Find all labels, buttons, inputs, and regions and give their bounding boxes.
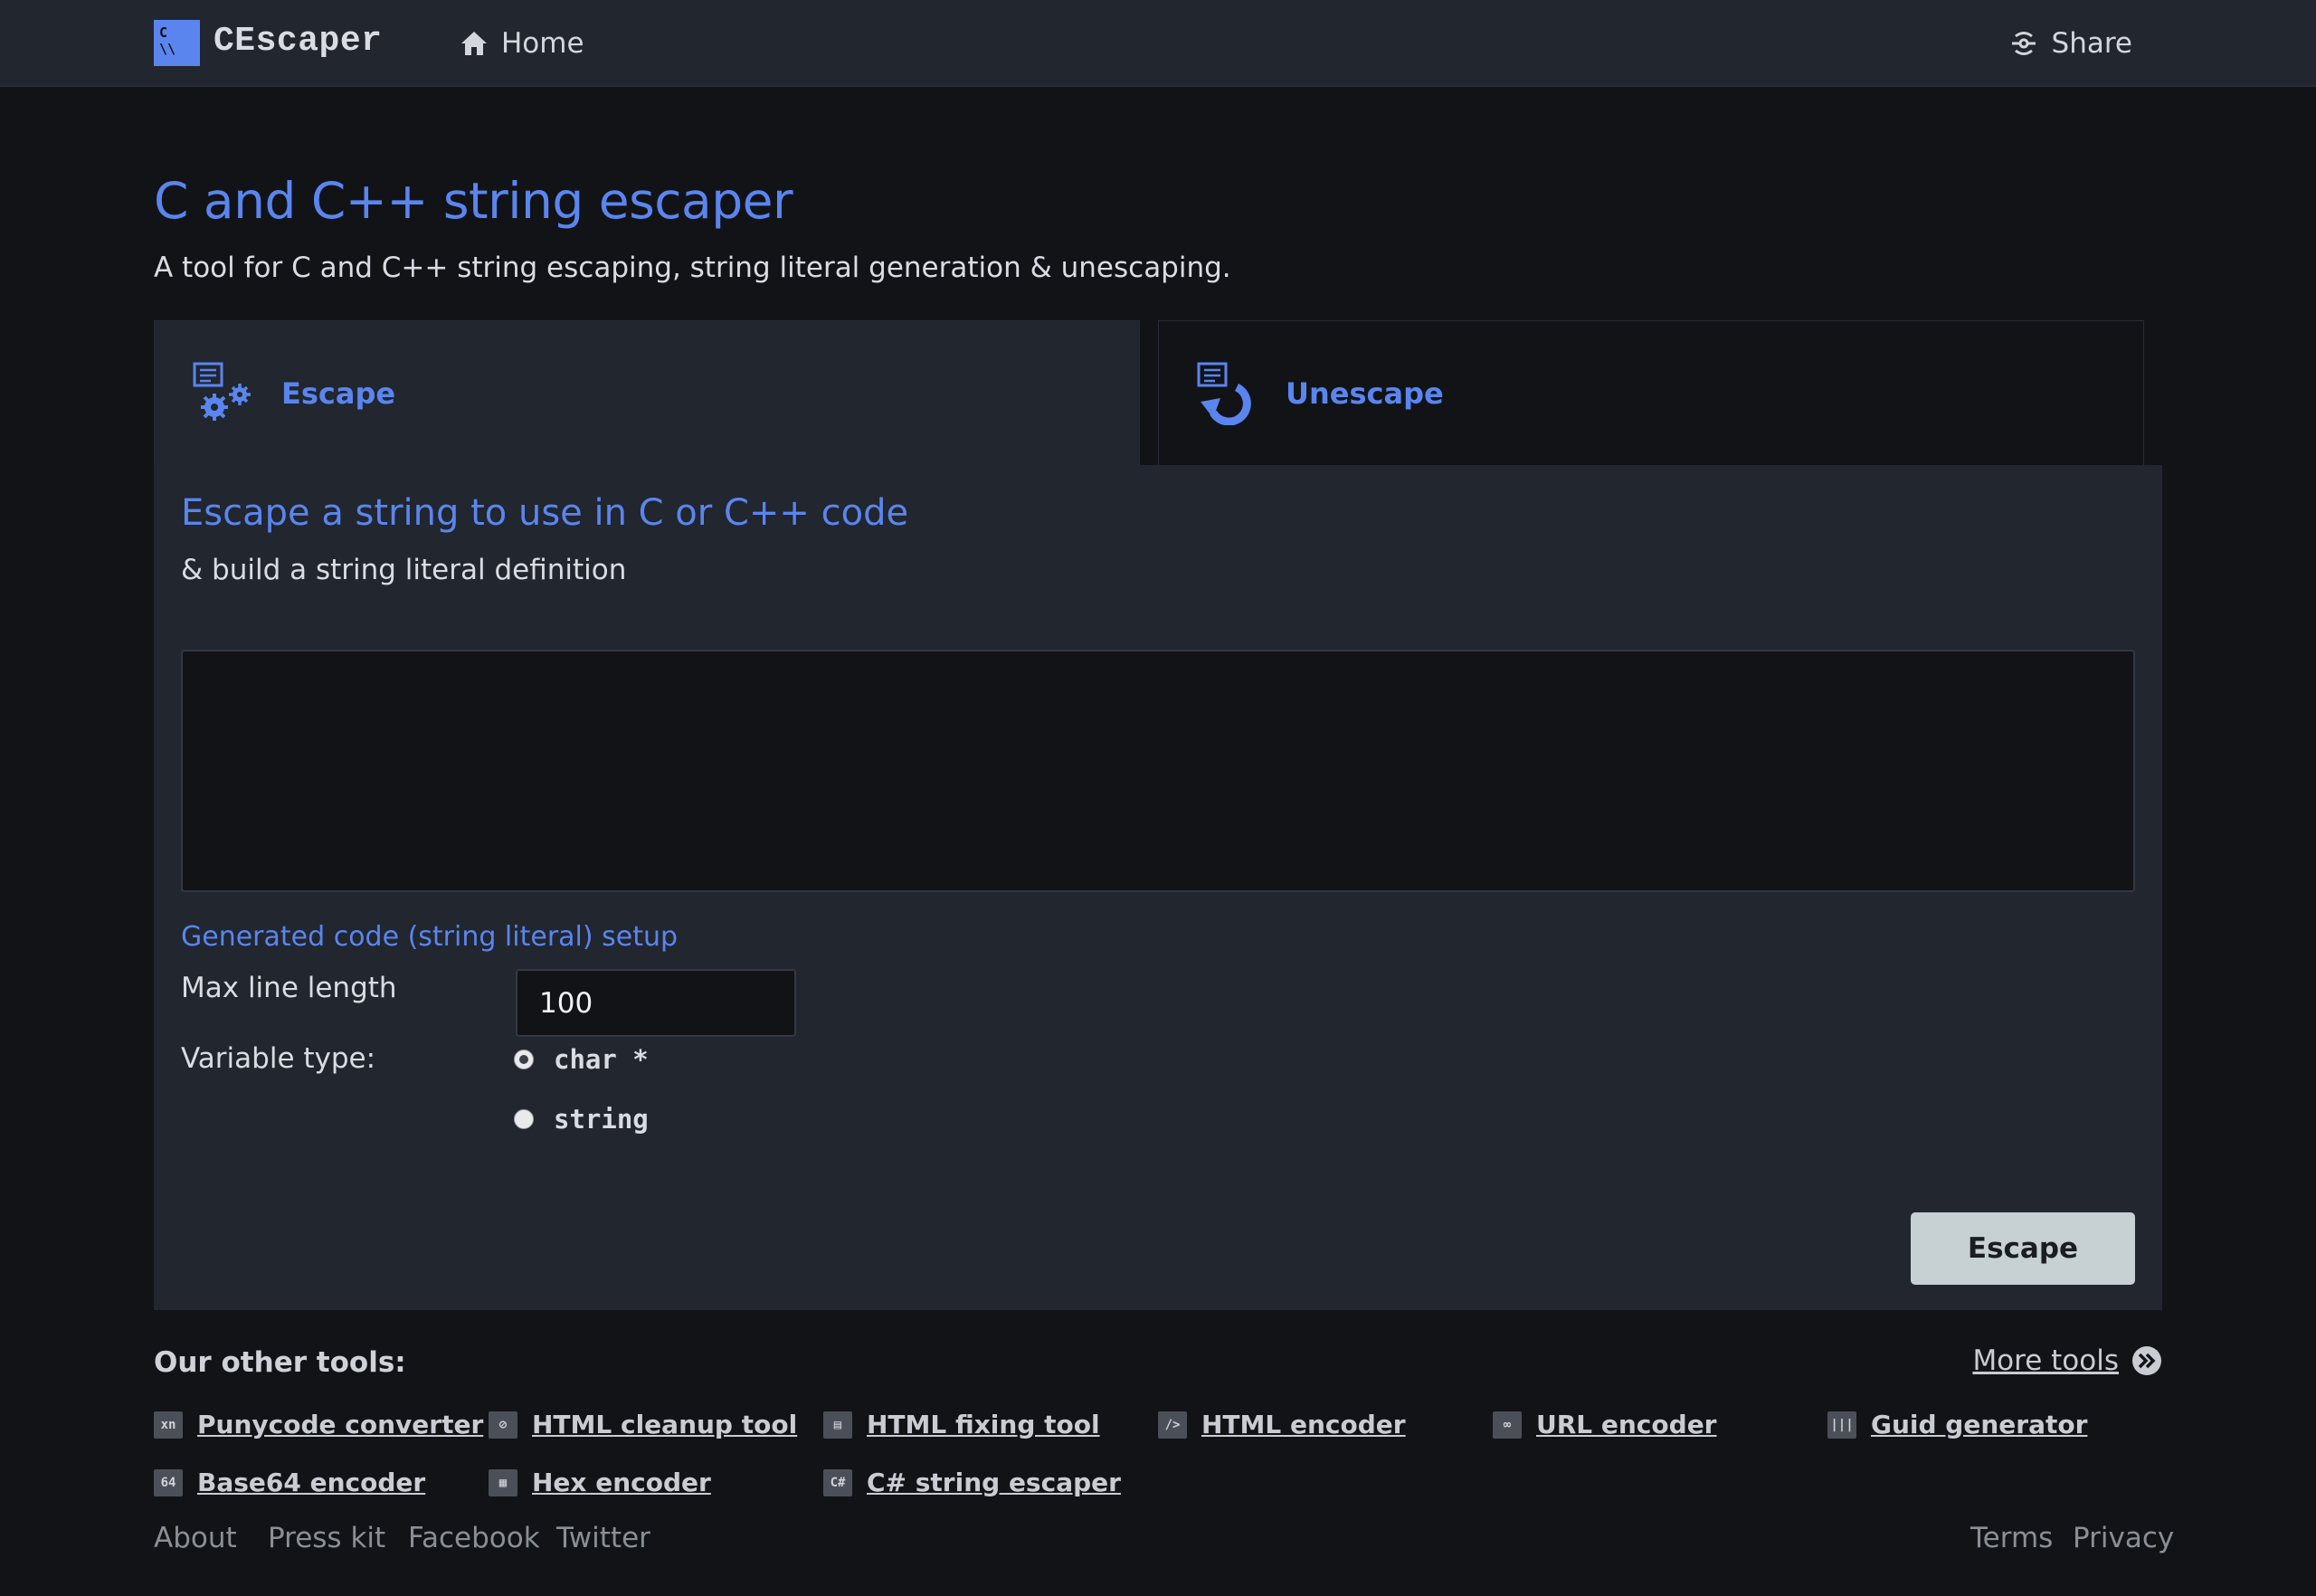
tool-label: Hex encoder bbox=[532, 1468, 711, 1497]
unescape-undo-icon bbox=[1197, 362, 1251, 425]
csharp-icon: C# bbox=[823, 1468, 852, 1496]
var-type-string-label: string bbox=[554, 1104, 649, 1135]
tool-html-fixing[interactable]: ▤ HTML fixing tool bbox=[823, 1410, 1100, 1439]
tab-unescape[interactable]: Unescape bbox=[1158, 320, 2144, 465]
tab-escape-label: Escape bbox=[281, 375, 396, 411]
panel-title: Escape a string to use in C or C++ code bbox=[181, 492, 909, 534]
var-type-char-option[interactable]: char * bbox=[514, 1044, 649, 1075]
double-chevron-right-icon bbox=[2132, 1346, 2161, 1375]
nav-home-label: Home bbox=[501, 27, 584, 60]
share-label: Share bbox=[2051, 27, 2132, 60]
share-button[interactable]: Share bbox=[2008, 25, 2132, 62]
tool-label: HTML cleanup tool bbox=[532, 1410, 798, 1439]
tool-url-encoder[interactable]: ∞ URL encoder bbox=[1493, 1410, 1717, 1439]
variable-type-label: Variable type: bbox=[181, 1042, 376, 1075]
nav-home-link[interactable]: Home bbox=[460, 25, 584, 62]
radio-char-star[interactable] bbox=[514, 1050, 534, 1069]
more-tools-link[interactable]: More tools bbox=[1972, 1344, 2162, 1377]
home-icon bbox=[461, 32, 487, 55]
var-type-char-label: char * bbox=[554, 1044, 649, 1075]
footer-about-link[interactable]: About bbox=[154, 1522, 237, 1554]
tool-html-cleanup[interactable]: ⊘ HTML cleanup tool bbox=[489, 1410, 797, 1439]
tool-label: Guid generator bbox=[1871, 1410, 2088, 1439]
escape-panel: Escape a string to use in C or C++ code … bbox=[154, 465, 2162, 1310]
more-tools-label: More tools bbox=[1972, 1344, 2119, 1377]
logo-mark-line-1: C bbox=[159, 24, 168, 41]
share-icon bbox=[2011, 32, 2036, 55]
tool-punycode-converter[interactable]: xn Punycode converter bbox=[154, 1410, 483, 1439]
escape-gears-icon bbox=[193, 362, 251, 421]
tool-guid-generator[interactable]: ||| Guid generator bbox=[1827, 1410, 2087, 1439]
tab-escape[interactable]: Escape bbox=[154, 320, 1140, 465]
top-nav-bar: C \\ CEscaper Home Share bbox=[0, 0, 2316, 87]
tool-label: Base64 encoder bbox=[197, 1468, 426, 1497]
html-encoder-icon: /> bbox=[1158, 1411, 1187, 1439]
tool-html-encoder[interactable]: /> HTML encoder bbox=[1158, 1410, 1406, 1439]
panel-subtitle: & build a string literal definition bbox=[181, 554, 627, 586]
tool-label: Punycode converter bbox=[197, 1410, 484, 1439]
max-line-length-label: Max line length bbox=[181, 972, 397, 1004]
tab-unescape-label: Unescape bbox=[1286, 375, 1444, 411]
punycode-icon: xn bbox=[154, 1411, 183, 1439]
page-title: C and C++ string escaper bbox=[154, 172, 793, 230]
footer-twitter-link[interactable]: Twitter bbox=[556, 1522, 650, 1554]
html-fixing-icon: ▤ bbox=[823, 1411, 852, 1439]
var-type-string-option[interactable]: string bbox=[514, 1104, 649, 1135]
tool-hex-encoder[interactable]: ▦ Hex encoder bbox=[489, 1468, 711, 1497]
tool-label: HTML fixing tool bbox=[867, 1410, 1100, 1439]
logo-icon[interactable]: C \\ bbox=[154, 20, 200, 66]
max-line-length-input[interactable] bbox=[516, 969, 796, 1037]
footer-terms-link[interactable]: Terms bbox=[1970, 1522, 2053, 1554]
logo-mark-line-2: \\ bbox=[159, 41, 176, 57]
radio-string[interactable] bbox=[514, 1109, 534, 1129]
link-icon: ∞ bbox=[1493, 1411, 1522, 1439]
tool-base64-encoder[interactable]: 64 Base64 encoder bbox=[154, 1468, 425, 1497]
page-subtitle: A tool for C and C++ string escaping, st… bbox=[154, 252, 1231, 284]
tool-label: C# string escaper bbox=[867, 1468, 1121, 1497]
footer-facebook-link[interactable]: Facebook bbox=[408, 1522, 540, 1554]
footer-privacy-link[interactable]: Privacy bbox=[2073, 1522, 2174, 1554]
tool-label: URL encoder bbox=[1536, 1410, 1717, 1439]
tool-label: HTML encoder bbox=[1201, 1410, 1406, 1439]
brand-name[interactable]: CEscaper bbox=[214, 22, 382, 61]
html-cleanup-icon: ⊘ bbox=[489, 1411, 517, 1439]
hex-icon: ▦ bbox=[489, 1468, 517, 1496]
footer-press-kit-link[interactable]: Press kit bbox=[268, 1522, 385, 1554]
string-input[interactable] bbox=[181, 650, 2135, 892]
escape-button[interactable]: Escape bbox=[1911, 1212, 2135, 1285]
base64-icon: 64 bbox=[154, 1468, 183, 1496]
tool-csharp-string-escaper[interactable]: C# C# string escaper bbox=[823, 1468, 1121, 1497]
other-tools-title: Our other tools: bbox=[154, 1346, 406, 1379]
barcode-icon: ||| bbox=[1827, 1411, 1856, 1439]
setup-title: Generated code (string literal) setup bbox=[181, 921, 679, 953]
